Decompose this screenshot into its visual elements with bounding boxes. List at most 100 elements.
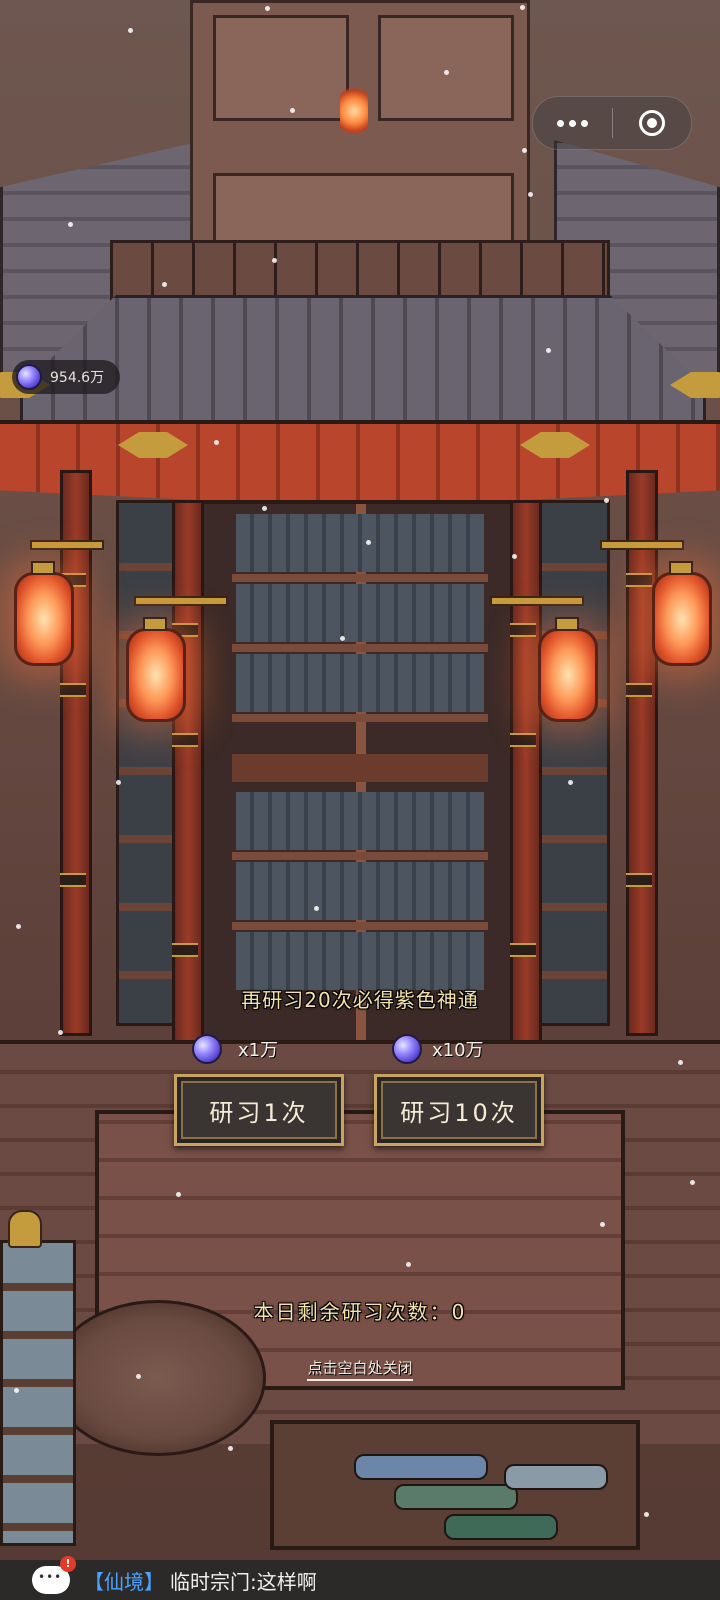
red-pillar	[510, 500, 542, 1056]
book-row	[236, 654, 484, 712]
snowflake	[314, 906, 319, 911]
book-row	[236, 862, 484, 920]
more-dots-icon	[556, 119, 588, 127]
study-ten-label: 研习10次	[400, 1098, 518, 1127]
lattice-band	[110, 240, 610, 304]
currency-display[interactable]: 954.6万	[12, 360, 120, 394]
chat-alert-badge: !	[60, 1556, 76, 1572]
side-shelf	[0, 1240, 76, 1546]
shelf-board	[232, 922, 488, 930]
snowflake	[690, 1180, 695, 1185]
snowflake	[272, 258, 277, 263]
book-row	[236, 514, 484, 572]
roof-trim	[0, 420, 720, 508]
lantern-arm	[600, 540, 684, 550]
snowflake	[214, 440, 219, 445]
snowflake	[262, 506, 267, 511]
ten-cost: x10万	[392, 1034, 484, 1064]
red-lantern	[14, 561, 74, 666]
snowflake	[16, 924, 21, 929]
single-cost: x1万	[192, 1034, 278, 1064]
ten-cost-amount: x10万	[432, 1040, 484, 1061]
study-ten-button[interactable]: 研习10次	[374, 1074, 544, 1146]
study-once-button[interactable]: 研习1次	[174, 1074, 344, 1146]
chat-bar[interactable]: ! 【仙境】 临时宗门:这样啊	[0, 1556, 720, 1600]
red-pillar	[172, 500, 204, 1056]
spirit-gem-icon	[192, 1034, 222, 1064]
currency-amount: 954.6万	[50, 370, 105, 386]
more-button[interactable]	[533, 97, 612, 149]
snowflake	[520, 5, 525, 10]
close-miniprogram-button[interactable]	[613, 97, 692, 149]
remaining-label: 本日剩余研习次数：	[253, 1300, 452, 1324]
pillar-ring	[510, 943, 536, 957]
pillar-ring	[626, 873, 652, 887]
snowflake	[265, 6, 270, 11]
red-lantern	[538, 617, 598, 722]
snowflake	[340, 636, 345, 641]
wall-panel	[213, 15, 349, 121]
scroll	[504, 1464, 608, 1490]
scroll	[394, 1484, 518, 1510]
pillar-ring	[60, 683, 86, 697]
shelf-board	[232, 574, 488, 582]
red-lantern	[126, 617, 186, 722]
target-icon	[638, 110, 665, 136]
snowflake	[528, 192, 533, 197]
book-row	[236, 932, 484, 990]
scroll-shelf	[270, 1420, 640, 1550]
pillar-ring	[510, 733, 536, 747]
snowflake	[678, 1060, 683, 1065]
pillar-ring	[510, 623, 536, 637]
wall-panel	[213, 173, 514, 249]
snowflake	[568, 780, 573, 785]
lantern-arm	[490, 596, 584, 606]
snowflake	[600, 1222, 605, 1227]
snowflake	[176, 1192, 181, 1197]
snowflake	[14, 1388, 19, 1393]
pillar-ring	[172, 943, 198, 957]
pillar-ring	[172, 733, 198, 747]
wall-panel	[378, 15, 514, 121]
snowflake	[68, 222, 73, 227]
snowflake	[228, 1446, 233, 1451]
bell-decoration	[8, 1210, 42, 1248]
lantern-arm	[134, 596, 228, 606]
book-row	[236, 584, 484, 642]
red-lantern	[652, 561, 712, 666]
pillar-ring	[626, 573, 652, 587]
snowflake	[512, 554, 517, 559]
miniprogram-capsule	[532, 96, 692, 150]
shelf-board	[232, 714, 488, 722]
snowflake	[290, 108, 295, 113]
scroll	[444, 1514, 558, 1540]
spirit-gem-icon	[392, 1034, 422, 1064]
pillar-ring	[60, 873, 86, 887]
snowflake	[522, 148, 527, 153]
close-hint-text[interactable]: 点击空白处关闭	[307, 1359, 413, 1381]
shelf-board	[232, 754, 488, 782]
pillar-ring	[626, 683, 652, 697]
wall-lamp	[340, 88, 368, 134]
library-bookcase	[200, 500, 520, 1060]
shelf-board	[232, 644, 488, 652]
single-cost-amount: x1万	[238, 1040, 279, 1061]
snowflake	[58, 1030, 63, 1035]
chat-message: 临时宗门:这样啊	[170, 1569, 317, 1594]
red-pillar	[60, 470, 92, 1036]
book-row	[236, 792, 484, 850]
snowflake	[604, 498, 609, 503]
snowflake	[116, 780, 121, 785]
snowflake	[406, 1262, 411, 1267]
snowflake	[644, 1512, 649, 1517]
chat-bubble-icon[interactable]: !	[32, 1556, 76, 1594]
snowflake	[444, 70, 449, 75]
snowflake	[366, 540, 371, 545]
remaining-value: 0	[451, 1300, 467, 1324]
close-hint[interactable]: 点击空白处关闭	[0, 1357, 720, 1381]
scroll	[354, 1454, 488, 1480]
chat-channel: 【仙境】	[84, 1569, 164, 1594]
snowflake	[162, 282, 167, 287]
lantern-arm	[30, 540, 104, 550]
red-pillar	[626, 470, 658, 1036]
